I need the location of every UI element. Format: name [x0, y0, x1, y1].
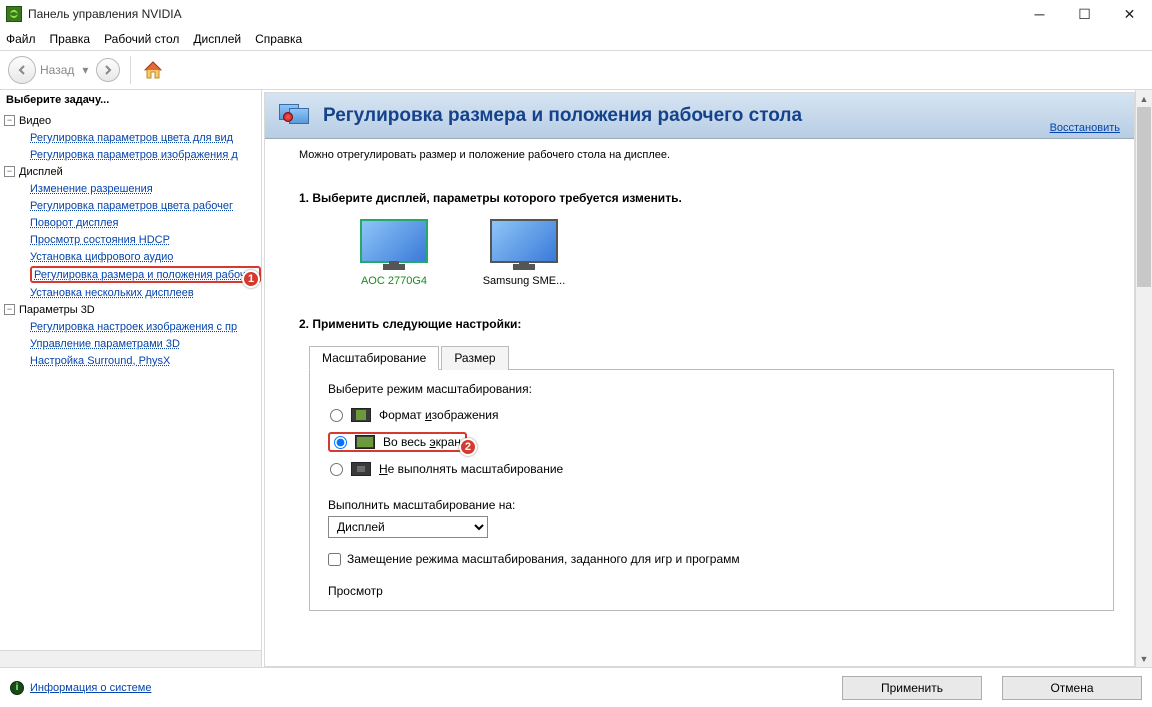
no-scaling-icon — [351, 462, 371, 476]
forward-button[interactable] — [96, 58, 120, 82]
perform-scaling-on-select[interactable]: Дисплей — [328, 516, 488, 538]
vertical-scrollbar[interactable]: ▲ ▼ — [1135, 90, 1152, 667]
tree-item[interactable]: Регулировка параметров изображения д — [30, 146, 261, 163]
callout-badge-1: 1 — [242, 270, 260, 288]
task-tree[interactable]: −Видео Регулировка параметров цвета для … — [0, 110, 261, 650]
settings-tabs: Масштабирование Размер — [309, 345, 1114, 370]
info-icon: i — [10, 681, 24, 695]
tree-category-display[interactable]: Дисплей — [19, 166, 63, 178]
toolbar-separator — [130, 56, 131, 84]
back-button[interactable] — [8, 56, 36, 84]
tree-toggle-icon[interactable]: − — [4, 304, 15, 315]
page-header-icon — [279, 102, 311, 130]
menu-display[interactable]: Дисплей — [193, 32, 241, 46]
restore-defaults-link[interactable]: Восстановить — [1050, 122, 1120, 134]
window-title: Панель управления NVIDIA — [28, 7, 182, 21]
monitor-icon — [490, 219, 558, 263]
scroll-up-icon[interactable]: ▲ — [1136, 90, 1152, 107]
menu-help[interactable]: Справка — [255, 32, 302, 46]
sidebar-horizontal-scrollbar[interactable] — [0, 650, 261, 667]
display-option[interactable]: Samsung SME... — [479, 219, 569, 287]
callout-badge-2: 2 — [459, 438, 477, 456]
footer: i Информация о системе Применить Отмена — [0, 667, 1152, 707]
step2-title: 2. Применить следующие настройки: — [299, 317, 1114, 331]
tree-category-3d[interactable]: Параметры 3D — [19, 304, 95, 316]
apply-button[interactable]: Применить — [842, 676, 982, 700]
menu-edit[interactable]: Правка — [50, 32, 91, 46]
tree-toggle-icon[interactable]: − — [4, 115, 15, 126]
menu-desktop[interactable]: Рабочий стол — [104, 32, 179, 46]
tree-item[interactable]: Регулировка настроек изображения с пр — [30, 318, 261, 335]
tree-item[interactable]: Изменение разрешения — [30, 180, 261, 197]
radio-label: Не выполнять масштабирование — [379, 462, 563, 476]
main-panel: Регулировка размера и положения рабочего… — [262, 90, 1152, 667]
task-sidebar: Выберите задачу... −Видео Регулировка па… — [0, 90, 262, 667]
minimize-button[interactable]: ─ — [1017, 0, 1062, 28]
tree-category-video[interactable]: Видео — [19, 115, 51, 127]
nvidia-app-icon — [6, 6, 22, 22]
tree-item[interactable]: Установка нескольких дисплеев — [30, 284, 261, 301]
menu-file[interactable]: Файл — [6, 32, 36, 46]
maximize-button[interactable]: ☐ — [1062, 0, 1107, 28]
tree-item[interactable]: Настройка Surround, PhysX — [30, 352, 261, 369]
radio-aspect-ratio[interactable]: Формат изображения — [328, 406, 1095, 424]
perform-scaling-on-label: Выполнить масштабирование на: — [328, 498, 1095, 512]
tree-item[interactable]: Установка цифрового аудио — [30, 248, 261, 265]
radio-label: Во весь экран — [383, 435, 461, 449]
preview-label: Просмотр — [328, 584, 1095, 598]
page-title: Регулировка размера и положения рабочего… — [323, 105, 1050, 127]
display-option[interactable]: AOC 2770G4 — [349, 219, 439, 287]
tab-scaling-body: Выберите режим масштабирования: Формат и… — [309, 370, 1114, 611]
tab-size[interactable]: Размер — [441, 346, 508, 370]
radio-fullscreen[interactable]: Во весь экран — [328, 432, 467, 452]
system-info-link[interactable]: Информация о системе — [30, 682, 151, 694]
monitor-icon — [360, 219, 428, 263]
back-label: Назад — [40, 63, 74, 77]
display-picker: AOC 2770G4 Samsung SME... — [349, 219, 1114, 287]
tree-toggle-icon[interactable]: − — [4, 166, 15, 177]
back-dropdown-icon[interactable]: ▾ — [82, 63, 88, 77]
tab-scaling[interactable]: Масштабирование — [309, 346, 439, 370]
tree-item[interactable]: Регулировка параметров цвета рабочег — [30, 197, 261, 214]
titlebar: Панель управления NVIDIA ─ ☐ ✕ — [0, 0, 1152, 28]
radio-input[interactable] — [330, 463, 343, 476]
radio-no-scaling[interactable]: Не выполнять масштабирование — [328, 460, 1095, 478]
display-label: Samsung SME... — [483, 275, 566, 287]
tree-item[interactable]: Регулировка параметров цвета для вид — [30, 129, 261, 146]
sidebar-header: Выберите задачу... — [0, 90, 261, 110]
tree-item[interactable]: Просмотр состояния HDCP — [30, 231, 261, 248]
scaling-mode-label: Выберите режим масштабирования: — [328, 382, 1095, 396]
page-description: Можно отрегулировать размер и положение … — [299, 149, 1114, 161]
override-label: Замещение режима масштабирования, заданн… — [347, 552, 740, 566]
close-button[interactable]: ✕ — [1107, 0, 1152, 28]
radio-input[interactable] — [334, 436, 347, 449]
scroll-down-icon[interactable]: ▼ — [1136, 650, 1152, 667]
scroll-thumb[interactable] — [1137, 107, 1151, 287]
radio-label: Формат изображения — [379, 408, 498, 422]
toolbar: Назад ▾ — [0, 50, 1152, 90]
menubar: Файл Правка Рабочий стол Дисплей Справка — [0, 28, 1152, 50]
tree-item[interactable]: Управление параметрами 3D — [30, 335, 261, 352]
aspect-ratio-icon — [351, 408, 371, 422]
step1-title: 1. Выберите дисплей, параметры которого … — [299, 191, 1114, 205]
override-checkbox[interactable] — [328, 553, 341, 566]
home-icon[interactable] — [141, 58, 165, 82]
display-label: AOC 2770G4 — [361, 275, 427, 287]
tree-item[interactable]: Поворот дисплея — [30, 214, 261, 231]
cancel-button[interactable]: Отмена — [1002, 676, 1142, 700]
radio-input[interactable] — [330, 409, 343, 422]
tree-item-selected[interactable]: Регулировка размера и положения рабоч — [30, 266, 261, 283]
fullscreen-icon — [355, 435, 375, 449]
override-checkbox-row[interactable]: Замещение режима масштабирования, заданн… — [328, 552, 1095, 566]
page-header: Регулировка размера и положения рабочего… — [265, 93, 1134, 139]
